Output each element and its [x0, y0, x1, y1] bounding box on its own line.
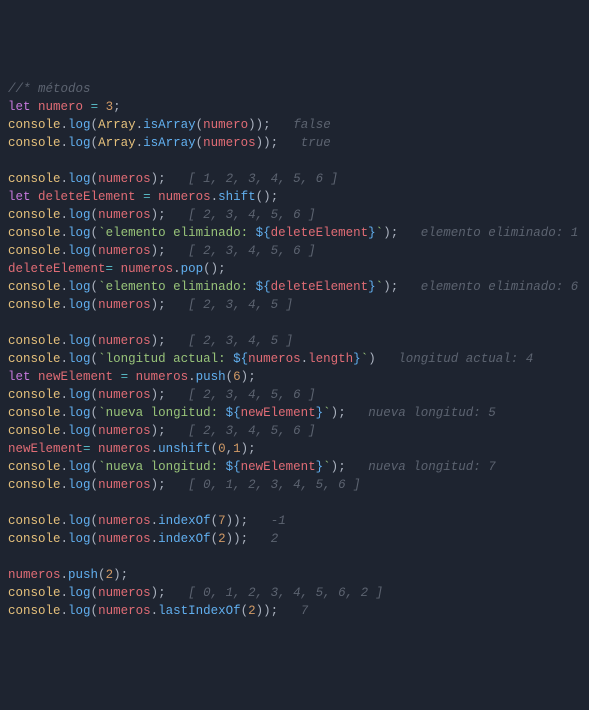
blank-line — [8, 314, 581, 332]
output-comment: false — [293, 118, 331, 132]
output-comment: 7 — [301, 604, 309, 618]
output-comment: nueva longitud: 7 — [368, 460, 496, 474]
code-line: console.log(`nueva longitud: ${newElemen… — [8, 404, 581, 422]
code-line: console.log(numeros); [ 2, 3, 4, 5 ] — [8, 296, 581, 314]
code-line: let numero = 3; — [8, 98, 581, 116]
output-comment: elemento eliminado: 6 — [421, 280, 579, 294]
code-line: console.log(numeros.indexOf(2)); 2 — [8, 530, 581, 548]
code-line: console.log(numeros); [ 2, 3, 4, 5 ] — [8, 332, 581, 350]
output-comment: true — [301, 136, 331, 150]
code-line: console.log(numeros); [ 2, 3, 4, 5, 6 ] — [8, 422, 581, 440]
code-line: console.log(Array.isArray(numeros)); tru… — [8, 134, 581, 152]
output-comment: longitud actual: 4 — [398, 352, 533, 366]
code-line: console.log(`nueva longitud: ${newElemen… — [8, 458, 581, 476]
code-line: console.log(numeros); [ 2, 3, 4, 5, 6 ] — [8, 242, 581, 260]
code-line: console.log(Array.isArray(numero)); fals… — [8, 116, 581, 134]
code-editor[interactable]: //* métodoslet numero = 3;console.log(Ar… — [8, 80, 581, 620]
output-comment: nueva longitud: 5 — [368, 406, 496, 420]
code-line: deleteElement= numeros.pop(); — [8, 260, 581, 278]
output-comment: [ 2, 3, 4, 5, 6 ] — [188, 388, 316, 402]
code-line: console.log(numeros); [ 1, 2, 3, 4, 5, 6… — [8, 170, 581, 188]
code-line: console.log(numeros); [ 2, 3, 4, 5, 6 ] — [8, 386, 581, 404]
output-comment: [ 2, 3, 4, 5 ] — [188, 334, 293, 348]
code-line: console.log(`elemento eliminado: ${delet… — [8, 224, 581, 242]
code-line: console.log(numeros.indexOf(7)); -1 — [8, 512, 581, 530]
output-comment: elemento eliminado: 1 — [421, 226, 579, 240]
code-line: console.log(numeros); [ 2, 3, 4, 5, 6 ] — [8, 206, 581, 224]
output-comment: [ 2, 3, 4, 5 ] — [188, 298, 293, 312]
code-line: console.log(numeros); [ 0, 1, 2, 3, 4, 5… — [8, 476, 581, 494]
output-comment: [ 2, 3, 4, 5, 6 ] — [188, 208, 316, 222]
output-comment: [ 1, 2, 3, 4, 5, 6 ] — [188, 172, 338, 186]
code-line: console.log(`longitud actual: ${numeros.… — [8, 350, 581, 368]
blank-line — [8, 494, 581, 512]
comment: //* métodos — [8, 82, 91, 96]
output-comment: [ 0, 1, 2, 3, 4, 5, 6 ] — [188, 478, 361, 492]
code-line: console.log(`elemento eliminado: ${delet… — [8, 278, 581, 296]
output-comment: [ 0, 1, 2, 3, 4, 5, 6, 2 ] — [188, 586, 383, 600]
code-line: newElement= numeros.unshift(0,1); — [8, 440, 581, 458]
output-comment: [ 2, 3, 4, 5, 6 ] — [188, 424, 316, 438]
output-comment: -1 — [271, 514, 286, 528]
blank-line — [8, 548, 581, 566]
code-line: console.log(numeros.lastIndexOf(2)); 7 — [8, 602, 581, 620]
code-line: numeros.push(2); — [8, 566, 581, 584]
code-line: let deleteElement = numeros.shift(); — [8, 188, 581, 206]
code-line: //* métodos — [8, 80, 581, 98]
code-line: let newElement = numeros.push(6); — [8, 368, 581, 386]
code-line: console.log(numeros); [ 0, 1, 2, 3, 4, 5… — [8, 584, 581, 602]
output-comment: [ 2, 3, 4, 5, 6 ] — [188, 244, 316, 258]
blank-line — [8, 152, 581, 170]
output-comment: 2 — [271, 532, 279, 546]
